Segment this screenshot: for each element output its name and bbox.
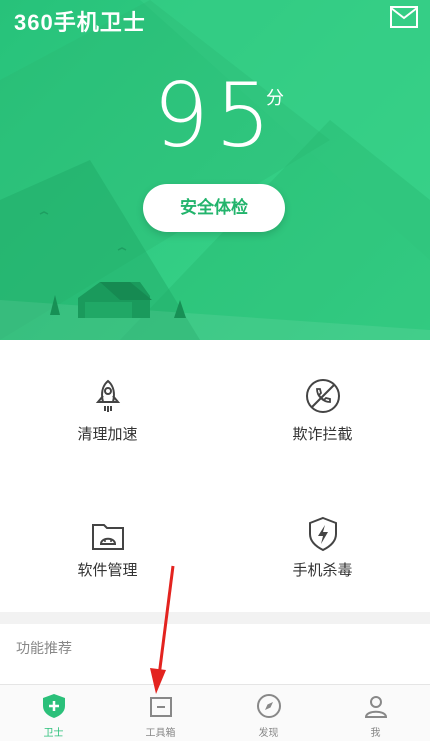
app-title: 360手机卫士 <box>14 10 146 35</box>
shield-plus-icon <box>42 694 65 718</box>
mail-icon[interactable] <box>390 6 418 28</box>
phone-block-icon <box>305 379 340 413</box>
tab-me[interactable]: 我 <box>322 685 429 741</box>
compass-icon <box>256 694 281 718</box>
score-value: 95 <box>153 64 277 167</box>
recommend-title: 功能推荐 <box>16 641 72 657</box>
feature-label: 清理加速 <box>77 425 138 443</box>
android-folder-icon <box>91 524 124 550</box>
score-unit: 分 <box>266 88 284 109</box>
rocket-icon <box>95 379 120 412</box>
bottom-tab-bar: 卫士 工具箱 发现 我 <box>0 684 430 741</box>
tab-label: 工具箱 <box>145 728 176 739</box>
shield-bolt-icon <box>308 516 337 552</box>
tab-discover[interactable]: 发现 <box>215 685 322 741</box>
tab-toolbox[interactable]: 工具箱 <box>107 685 214 741</box>
hero-panel: 360手机卫士 95 分 安全体检 <box>0 0 430 340</box>
hero-background-illustration <box>0 0 430 340</box>
feature-fraud-block[interactable]: 欺诈拦截 <box>215 340 430 476</box>
toolbox-icon <box>149 697 172 717</box>
recommend-section: 功能推荐 <box>0 624 430 684</box>
security-check-button[interactable]: 安全体检 <box>143 184 285 232</box>
feature-grid: 清理加速 欺诈拦截 软件管理 手机杀毒 <box>0 340 430 612</box>
tab-label: 发现 <box>258 728 279 739</box>
tab-label: 我 <box>370 728 381 739</box>
feature-label: 手机杀毒 <box>292 561 353 579</box>
feature-label: 欺诈拦截 <box>292 425 353 443</box>
tab-guard[interactable]: 卫士 <box>0 685 107 741</box>
feature-label: 软件管理 <box>77 561 138 579</box>
feature-software-manage[interactable]: 软件管理 <box>0 476 215 612</box>
person-icon <box>364 696 387 718</box>
security-score: 95 分 <box>0 66 430 166</box>
tab-label: 卫士 <box>43 728 64 739</box>
feature-antivirus[interactable]: 手机杀毒 <box>215 476 430 612</box>
feature-clean-speedup[interactable]: 清理加速 <box>0 340 215 476</box>
